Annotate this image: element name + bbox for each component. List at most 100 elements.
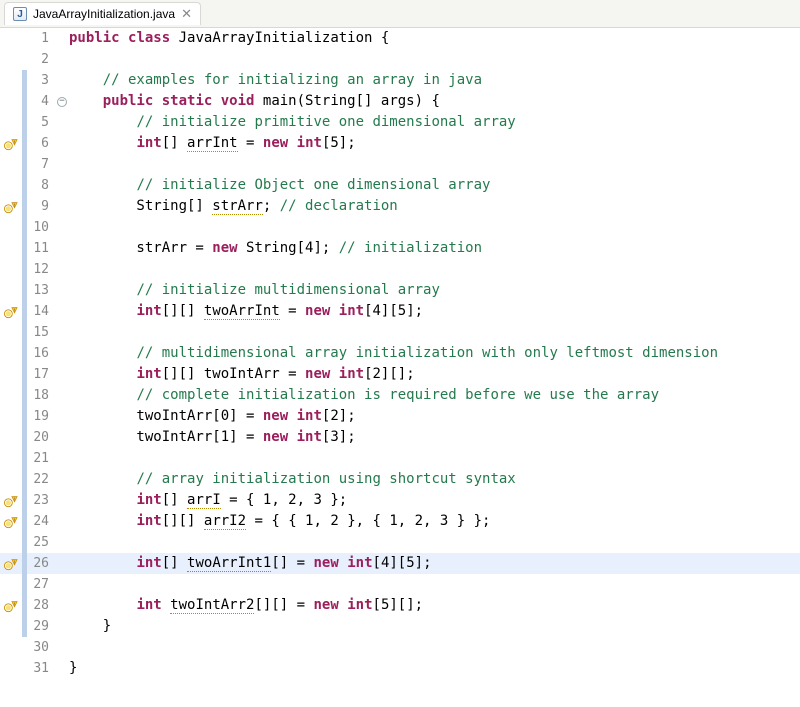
code-text[interactable]: // complete initialization is required b… <box>69 385 800 406</box>
fold-blank <box>55 406 69 427</box>
code-editor[interactable]: 1public class JavaArrayInitialization {2… <box>0 28 800 679</box>
code-line[interactable]: 13 // initialize multidimensional array <box>0 280 800 301</box>
fold-blank <box>55 595 69 616</box>
code-line[interactable]: 8 // initialize Object one dimensional a… <box>0 175 800 196</box>
line-number: 31 <box>27 658 55 679</box>
code-line[interactable]: 12 <box>0 259 800 280</box>
gutter-blank <box>0 448 22 469</box>
code-text[interactable] <box>69 322 800 343</box>
code-text[interactable]: } <box>69 616 800 637</box>
code-line[interactable]: 1public class JavaArrayInitialization { <box>0 28 800 49</box>
line-number: 12 <box>27 259 55 280</box>
warning-icon[interactable]: ! <box>0 490 22 511</box>
code-text[interactable]: int[] arrI = { 1, 2, 3 }; <box>69 490 800 511</box>
code-line[interactable]: 27 <box>0 574 800 595</box>
code-text[interactable] <box>69 259 800 280</box>
gutter-blank <box>0 616 22 637</box>
code-text[interactable]: public static void main(String[] args) { <box>69 91 800 112</box>
gutter-blank <box>0 385 22 406</box>
code-line[interactable]: 5 // initialize primitive one dimensiona… <box>0 112 800 133</box>
line-number: 28 <box>27 595 55 616</box>
code-text[interactable] <box>69 637 800 658</box>
gutter-blank <box>0 574 22 595</box>
code-text[interactable]: String[] strArr; // declaration <box>69 196 800 217</box>
code-line[interactable]: 16 // multidimensional array initializat… <box>0 343 800 364</box>
fold-blank <box>55 427 69 448</box>
gutter-blank <box>0 91 22 112</box>
code-line[interactable]: 3 // examples for initializing an array … <box>0 70 800 91</box>
close-icon[interactable]: ✕ <box>181 6 192 22</box>
code-line[interactable]: 25 <box>0 532 800 553</box>
warning-icon[interactable]: ! <box>0 196 22 217</box>
code-text[interactable]: // initialize multidimensional array <box>69 280 800 301</box>
line-number: 6 <box>27 133 55 154</box>
gutter-blank <box>0 112 22 133</box>
code-text[interactable]: twoIntArr[1] = new int[3]; <box>69 427 800 448</box>
code-text[interactable]: int[][] twoIntArr = new int[2][]; <box>69 364 800 385</box>
code-line[interactable]: !24 int[][] arrI2 = { { 1, 2 }, { 1, 2, … <box>0 511 800 532</box>
code-text[interactable]: // multidimensional array initialization… <box>69 343 800 364</box>
code-line[interactable]: 15 <box>0 322 800 343</box>
code-text[interactable]: // array initialization using shortcut s… <box>69 469 800 490</box>
fold-blank <box>55 343 69 364</box>
fold-blank <box>55 364 69 385</box>
code-text[interactable]: // initialize primitive one dimensional … <box>69 112 800 133</box>
fold-blank <box>55 133 69 154</box>
code-text[interactable]: } <box>69 658 800 679</box>
code-text[interactable]: int[][] arrI2 = { { 1, 2 }, { 1, 2, 3 } … <box>69 511 800 532</box>
fold-blank <box>55 658 69 679</box>
code-line[interactable]: 4− public static void main(String[] args… <box>0 91 800 112</box>
code-line[interactable]: !9 String[] strArr; // declaration <box>0 196 800 217</box>
code-text[interactable]: public class JavaArrayInitialization { <box>69 28 800 49</box>
gutter-blank <box>0 154 22 175</box>
tab-bar: J JavaArrayInitialization.java ✕ <box>0 0 800 28</box>
code-text[interactable] <box>69 154 800 175</box>
code-line[interactable]: 17 int[][] twoIntArr = new int[2][]; <box>0 364 800 385</box>
code-line[interactable]: 29 } <box>0 616 800 637</box>
svg-text:!: ! <box>14 517 15 522</box>
code-line[interactable]: 10 <box>0 217 800 238</box>
code-text[interactable]: int twoIntArr2[][] = new int[5][]; <box>69 595 800 616</box>
code-text[interactable] <box>69 574 800 595</box>
code-text[interactable] <box>69 217 800 238</box>
code-line[interactable]: 18 // complete initialization is require… <box>0 385 800 406</box>
code-line[interactable]: 11 strArr = new String[4]; // initializa… <box>0 238 800 259</box>
code-text[interactable] <box>69 532 800 553</box>
gutter-blank <box>0 322 22 343</box>
code-line[interactable]: !28 int twoIntArr2[][] = new int[5][]; <box>0 595 800 616</box>
code-line[interactable]: !14 int[][] twoArrInt = new int[4][5]; <box>0 301 800 322</box>
code-line[interactable]: 31} <box>0 658 800 679</box>
code-line[interactable]: 30 <box>0 637 800 658</box>
svg-text:!: ! <box>14 559 15 564</box>
warning-icon[interactable]: ! <box>0 553 22 574</box>
code-text[interactable]: twoIntArr[0] = new int[2]; <box>69 406 800 427</box>
warning-icon[interactable]: ! <box>0 511 22 532</box>
warning-icon[interactable]: ! <box>0 133 22 154</box>
code-text[interactable] <box>69 448 800 469</box>
code-text[interactable]: int[] arrInt = new int[5]; <box>69 133 800 154</box>
warning-icon[interactable]: ! <box>0 301 22 322</box>
code-line[interactable]: 21 <box>0 448 800 469</box>
code-line[interactable]: !26 int[] twoArrInt1[] = new int[4][5]; <box>0 553 800 574</box>
line-number: 25 <box>27 532 55 553</box>
code-text[interactable]: // examples for initializing an array in… <box>69 70 800 91</box>
code-line[interactable]: 7 <box>0 154 800 175</box>
code-line[interactable]: !23 int[] arrI = { 1, 2, 3 }; <box>0 490 800 511</box>
editor-tab[interactable]: J JavaArrayInitialization.java ✕ <box>4 2 201 25</box>
code-text[interactable] <box>69 49 800 70</box>
code-text[interactable]: strArr = new String[4]; // initializatio… <box>69 238 800 259</box>
fold-blank <box>55 196 69 217</box>
code-text[interactable]: int[][] twoArrInt = new int[4][5]; <box>69 301 800 322</box>
code-text[interactable]: int[] twoArrInt1[] = new int[4][5]; <box>69 553 800 574</box>
fold-toggle[interactable]: − <box>55 91 69 112</box>
gutter-blank <box>0 70 22 91</box>
code-line[interactable]: !6 int[] arrInt = new int[5]; <box>0 133 800 154</box>
code-line[interactable]: 20 twoIntArr[1] = new int[3]; <box>0 427 800 448</box>
line-number: 8 <box>27 175 55 196</box>
code-line[interactable]: 22 // array initialization using shortcu… <box>0 469 800 490</box>
fold-blank <box>55 28 69 49</box>
code-text[interactable]: // initialize Object one dimensional arr… <box>69 175 800 196</box>
code-line[interactable]: 19 twoIntArr[0] = new int[2]; <box>0 406 800 427</box>
code-line[interactable]: 2 <box>0 49 800 70</box>
warning-icon[interactable]: ! <box>0 595 22 616</box>
